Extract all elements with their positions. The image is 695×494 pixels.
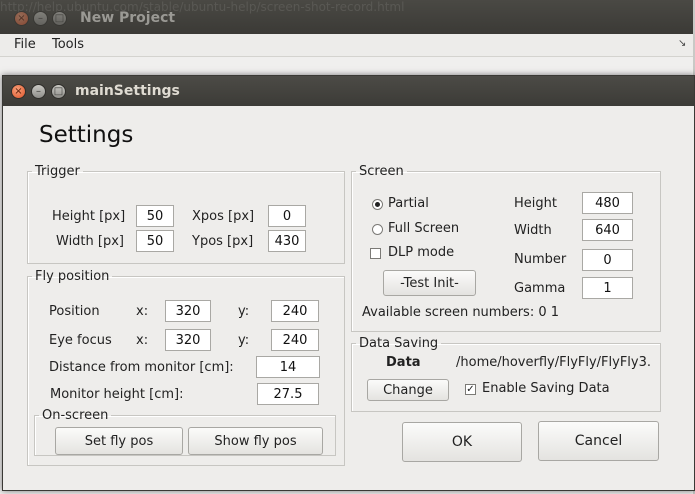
- bg-close-icon[interactable]: ×: [14, 11, 29, 26]
- menu-tools[interactable]: Tools: [52, 37, 84, 52]
- screen-number-input[interactable]: [582, 249, 633, 271]
- on-screen-legend: On-screen: [42, 408, 109, 423]
- eye-focus-label: Eye focus: [49, 333, 112, 348]
- enable-saving-checkbox[interactable]: ✓: [465, 384, 476, 395]
- screen-legend: Screen: [359, 164, 404, 179]
- eye-focus-y-label: y:: [238, 333, 250, 348]
- test-init-button[interactable]: -Test Init-: [383, 270, 476, 296]
- gamma-label: Gamma: [514, 281, 566, 296]
- data-saving-legend: Data Saving: [359, 336, 439, 351]
- trigger-width-input[interactable]: [136, 230, 174, 252]
- position-x-input[interactable]: [165, 300, 211, 322]
- screen-height-input[interactable]: [582, 192, 633, 214]
- background-titlebar: http://help.ubuntu.com/stable/ubuntu-hel…: [0, 0, 693, 34]
- trigger-ypos-input[interactable]: [268, 230, 306, 252]
- trigger-xpos-label: Xpos [px]: [192, 209, 255, 224]
- position-y-label: y:: [238, 304, 250, 319]
- show-fly-pos-button[interactable]: Show fly pos: [188, 427, 323, 455]
- full-screen-radio[interactable]: [372, 224, 383, 235]
- distance-label: Distance from monitor [cm]:: [49, 360, 234, 375]
- position-label: Position: [49, 304, 100, 319]
- trigger-xpos-input[interactable]: [268, 205, 306, 227]
- trigger-group: Trigger Height [px] Xpos [px] Width [px]…: [27, 164, 345, 264]
- trigger-height-label: Height [px]: [52, 209, 126, 224]
- bg-minimize-icon[interactable]: –: [33, 11, 48, 26]
- on-screen-group: On-screen Set fly pos Show fly pos: [34, 408, 336, 456]
- background-menubar: File Tools: [0, 34, 693, 57]
- distance-input[interactable]: [256, 356, 320, 378]
- maximize-icon[interactable]: □: [51, 84, 66, 99]
- main-settings-dialog: × – □ mainSettings Settings Trigger Heig…: [2, 75, 695, 491]
- data-label: Data: [386, 355, 421, 370]
- data-path: /home/hoverfly/FlyFly/FlyFly3.: [456, 355, 652, 370]
- screen-height-label: Height: [514, 196, 557, 211]
- trigger-legend: Trigger: [35, 164, 80, 179]
- close-icon[interactable]: ×: [11, 84, 26, 99]
- position-y-input[interactable]: [271, 300, 319, 322]
- partial-label[interactable]: Partial: [388, 196, 429, 211]
- available-screens-text: Available screen numbers: 0 1: [362, 305, 560, 320]
- trigger-ypos-label: Ypos [px]: [192, 234, 254, 249]
- dialog-titlebar[interactable]: × – □ mainSettings: [3, 76, 694, 106]
- screen-group: Screen Partial Full Screen DLP mode -Tes…: [351, 164, 661, 332]
- position-x-label: x:: [136, 304, 149, 319]
- eye-focus-x-input[interactable]: [165, 329, 211, 351]
- monitor-height-label: Monitor height [cm]:: [50, 387, 184, 402]
- ok-button[interactable]: OK: [402, 422, 522, 462]
- eye-focus-x-label: x:: [136, 333, 149, 348]
- bg-maximize-icon[interactable]: □: [52, 11, 67, 26]
- enable-saving-label[interactable]: Enable Saving Data: [482, 381, 610, 396]
- eye-focus-y-input[interactable]: [271, 329, 319, 351]
- page-title: Settings: [39, 122, 134, 148]
- screen-number-label: Number: [514, 252, 567, 267]
- screen-width-label: Width: [514, 223, 552, 238]
- monitor-height-input[interactable]: [257, 383, 319, 405]
- full-screen-label[interactable]: Full Screen: [388, 221, 459, 236]
- screen-width-input[interactable]: [582, 219, 633, 241]
- trigger-height-input[interactable]: [136, 205, 174, 227]
- cancel-button[interactable]: Cancel: [538, 421, 659, 461]
- minimize-icon[interactable]: –: [31, 84, 46, 99]
- dlp-mode-label[interactable]: DLP mode: [388, 245, 454, 260]
- fly-position-legend: Fly position: [35, 269, 110, 284]
- fly-position-group: Fly position Position x: y: Eye focus x:…: [27, 269, 345, 466]
- data-saving-group: Data Saving Data /home/hoverfly/FlyFly/F…: [351, 336, 661, 412]
- resize-grip-icon[interactable]: ↘: [678, 38, 686, 49]
- dlp-mode-checkbox[interactable]: [370, 248, 381, 259]
- change-button[interactable]: Change: [367, 379, 449, 401]
- set-fly-pos-button[interactable]: Set fly pos: [55, 427, 183, 455]
- dialog-title: mainSettings: [75, 83, 180, 99]
- partial-radio[interactable]: [372, 199, 383, 210]
- background-window-title: New Project: [80, 10, 176, 26]
- trigger-width-label: Width [px]: [56, 234, 124, 249]
- gamma-input[interactable]: [582, 277, 633, 299]
- menu-file[interactable]: File: [14, 37, 36, 52]
